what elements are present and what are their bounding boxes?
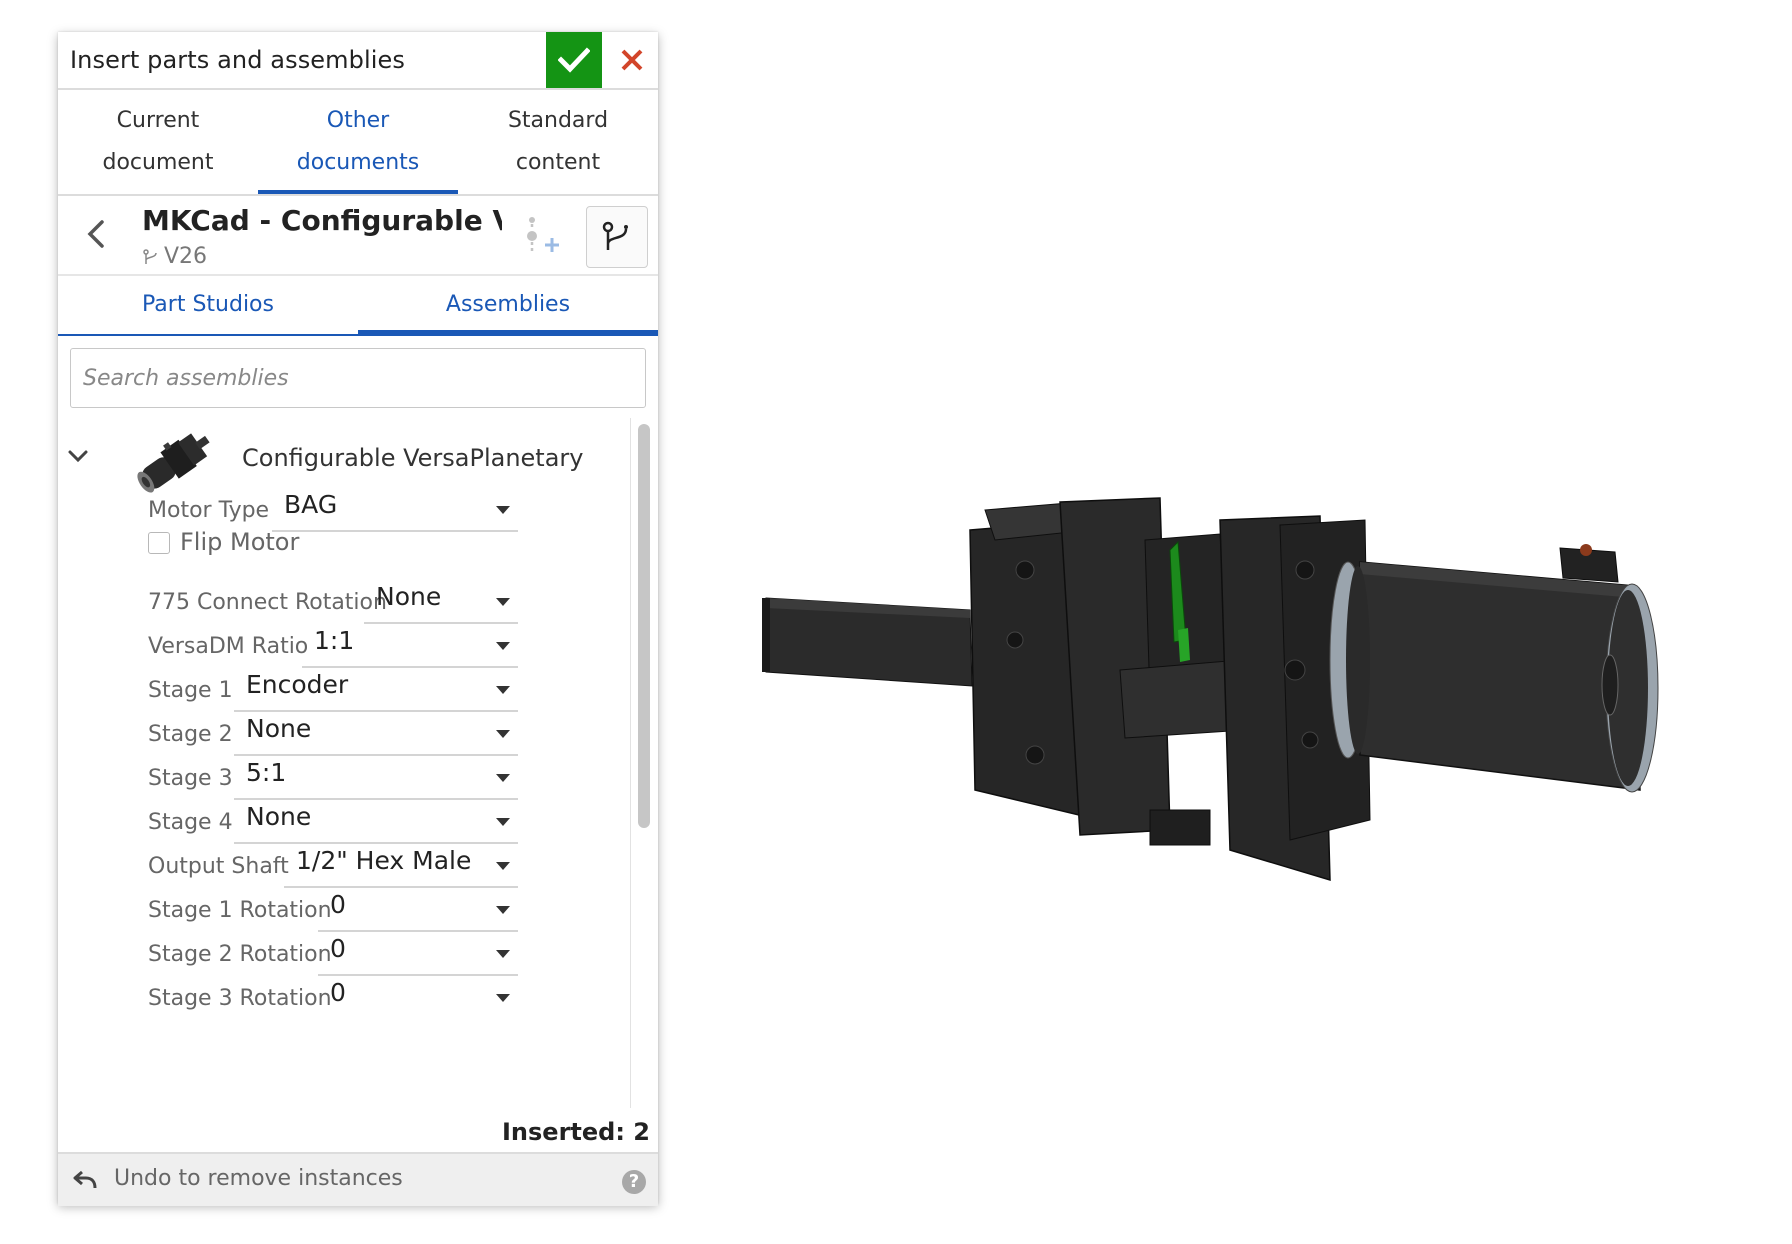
element-type-tabs: Part Studios Assemblies	[58, 276, 658, 336]
flip-motor-label[interactable]: Flip Motor	[180, 528, 299, 556]
close-icon	[621, 49, 643, 71]
config-label: 775 Connect Rotation	[148, 590, 387, 615]
tab-label-line1: Other	[326, 108, 390, 133]
version-insert-icon	[527, 217, 559, 254]
dropdown-arrow-icon	[496, 598, 510, 606]
select-value: 5:1	[246, 758, 287, 787]
config-versadm-ratio: VersaDM Ratio 1:1	[148, 616, 588, 668]
dropdown-arrow-icon	[496, 818, 510, 826]
tab-standard-content[interactable]: Standard content	[458, 90, 658, 194]
config-775-connect-rotation: 775 Connect Rotation None	[148, 572, 588, 624]
stage-3-rotation-select[interactable]: 0	[318, 978, 518, 1018]
config-stage-4: Stage 4 None	[148, 792, 588, 844]
flip-motor-checkbox[interactable]	[148, 532, 170, 554]
tab-label-line1: Standard	[507, 108, 609, 133]
flip-motor-row: Flip Motor	[148, 526, 448, 566]
gearbox-body	[969, 497, 1371, 882]
tab-part-studios[interactable]: Part Studios	[58, 276, 358, 334]
document-name: MKCad - Configurable Ve...	[142, 204, 502, 237]
confirm-button[interactable]	[546, 32, 602, 88]
dropdown-arrow-icon	[496, 906, 510, 914]
config-label: Stage 4	[148, 810, 233, 835]
config-motor-type: Motor Type BAG	[148, 480, 588, 532]
search-input[interactable]	[70, 348, 646, 408]
config-label: Stage 2 Rotation	[148, 942, 332, 967]
config-label: Motor Type	[148, 498, 270, 523]
config-label: Stage 1 Rotation	[148, 898, 332, 923]
config-label: Stage 2	[148, 722, 233, 747]
collapse-button[interactable]	[64, 442, 92, 470]
select-value: None	[376, 582, 442, 611]
select-value: None	[246, 802, 312, 831]
dialog-header: Insert parts and assemblies	[58, 32, 658, 90]
branch-icon	[602, 221, 628, 250]
back-button[interactable]	[80, 214, 116, 254]
config-stage-3: Stage 3 5:1	[148, 748, 588, 800]
config-stage-3-rotation: Stage 3 Rotation 0	[148, 968, 588, 1012]
tab-label-line2: document	[102, 150, 214, 175]
version-label: V26	[164, 244, 208, 269]
select-value: 1/2" Hex Male	[296, 846, 472, 875]
tab-other-documents[interactable]: Other documents	[258, 90, 458, 194]
config-stage-1: Stage 1 Encoder	[148, 660, 588, 712]
tab-current-document[interactable]: Current document	[58, 90, 258, 194]
branch-button[interactable]	[586, 206, 648, 268]
select-value: 0	[330, 934, 346, 963]
select-value: 0	[330, 978, 346, 1007]
config-label: Stage 3 Rotation	[148, 986, 332, 1011]
output-shaft-shape	[762, 597, 973, 687]
document-row: MKCad - Configurable Ve... V26	[58, 196, 658, 276]
document-version: V26	[142, 244, 207, 269]
assembly-list: Configurable VersaPlanetary Motor Type B…	[58, 418, 658, 1108]
help-icon[interactable]: ?	[622, 1170, 646, 1194]
undo-label[interactable]: Undo to remove instances	[114, 1166, 403, 1191]
dropdown-arrow-icon	[496, 686, 510, 694]
config-label: VersaDM Ratio	[148, 634, 309, 659]
config-label: Stage 3	[148, 766, 233, 791]
assembly-3d-preview[interactable]	[760, 490, 1760, 890]
cancel-button[interactable]	[606, 32, 658, 88]
tab-label-line2: content	[515, 150, 601, 175]
assembly-name: Configurable VersaPlanetary	[242, 444, 584, 472]
tab-assemblies[interactable]: Assemblies	[358, 276, 658, 334]
chevron-down-icon	[68, 450, 88, 463]
select-value: 0	[330, 890, 346, 919]
dropdown-arrow-icon	[496, 642, 510, 650]
dropdown-arrow-icon	[496, 950, 510, 958]
config-label: Output Shaft	[148, 854, 289, 879]
dropdown-arrow-icon	[496, 506, 510, 514]
undo-icon[interactable]	[72, 1168, 98, 1192]
config-stage-1-rotation: Stage 1 Rotation 0	[148, 880, 588, 932]
select-value: Encoder	[246, 670, 349, 699]
source-tabs: Current document Other documents Standar…	[58, 90, 658, 196]
checkmark-icon	[558, 47, 590, 73]
select-value: 1:1	[314, 626, 355, 655]
inserted-count: Inserted: 2	[502, 1118, 650, 1146]
insert-dialog: Insert parts and assemblies Current docu…	[58, 32, 658, 1206]
dropdown-arrow-icon	[496, 994, 510, 1002]
scrollbar-thumb[interactable]	[638, 424, 650, 828]
dropdown-arrow-icon	[496, 774, 510, 782]
dialog-footer: Undo to remove instances ?	[58, 1152, 658, 1206]
dropdown-arrow-icon	[496, 730, 510, 738]
version-graph-button[interactable]	[524, 214, 564, 258]
tab-label-line2: documents	[296, 150, 420, 175]
motor-shape	[1329, 544, 1659, 793]
branch-icon	[143, 248, 157, 264]
chevron-left-icon	[87, 220, 104, 248]
tab-label-line1: Current	[116, 108, 200, 133]
config-stage-2: Stage 2 None	[148, 704, 588, 756]
config-output-shaft: Output Shaft 1/2" Hex Male	[148, 836, 588, 888]
dialog-title: Insert parts and assemblies	[70, 46, 405, 74]
select-value: BAG	[284, 490, 338, 519]
select-value: None	[246, 714, 312, 743]
config-stage-2-rotation: Stage 2 Rotation 0	[148, 924, 588, 976]
dropdown-arrow-icon	[496, 862, 510, 870]
config-label: Stage 1	[148, 678, 233, 703]
